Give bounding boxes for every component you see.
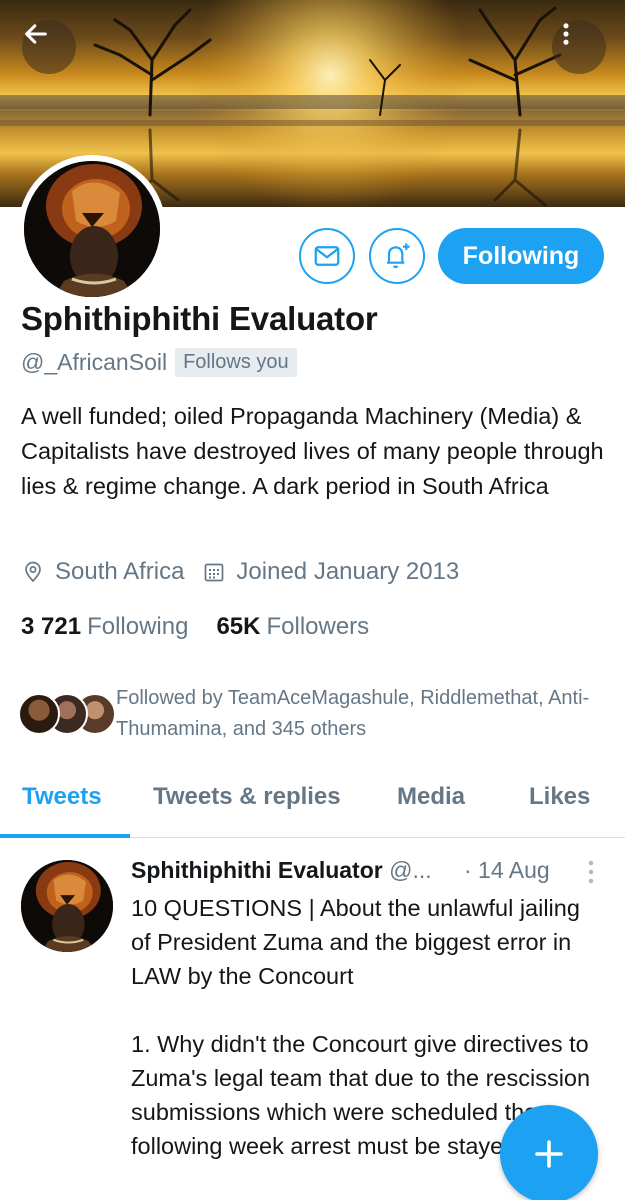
tweet-author-handle: @...: [389, 857, 432, 883]
tweet-date: · 14 Aug: [464, 857, 550, 883]
mail-icon: [314, 246, 340, 266]
follows-you-badge: Follows you: [175, 348, 297, 377]
message-button[interactable]: [299, 228, 355, 284]
profile-bio: A well funded; oiled Propaganda Machiner…: [21, 403, 604, 499]
lion-warrior-avatar-image: [21, 860, 113, 952]
more-vertical-icon: [588, 860, 594, 884]
more-options-button[interactable]: [552, 20, 606, 74]
location-pin-icon: [25, 561, 41, 583]
profile-joined: Joined January 2013: [236, 558, 460, 585]
follower-avatar: [18, 693, 60, 735]
tweet-more-button[interactable]: [584, 859, 598, 890]
tab-media[interactable]: Media: [397, 783, 465, 811]
lion-warrior-avatar-image: [24, 161, 160, 297]
tab-tweets-replies[interactable]: Tweets & replies: [153, 783, 341, 811]
back-button[interactable]: [22, 20, 76, 74]
followers-count-link[interactable]: 65K Followers: [216, 613, 369, 641]
profile-location: South Africa: [55, 558, 185, 585]
follow-counts: 3 721 Following 65K Followers: [21, 613, 397, 641]
followed-by-row[interactable]: Followed by TeamAceMagashule, Riddlemeth…: [18, 683, 606, 745]
tweet-author-avatar[interactable]: [21, 860, 113, 952]
plus-icon: [535, 1140, 563, 1168]
followed-by-avatars: [18, 693, 116, 741]
handle-row: @_AfricanSoil Follows you: [21, 348, 297, 377]
active-tab-indicator: [0, 834, 130, 838]
followed-by-text: Followed by TeamAceMagashule, Riddlemeth…: [116, 687, 590, 740]
profile-avatar[interactable]: [18, 155, 166, 303]
compose-tweet-button[interactable]: [500, 1105, 598, 1200]
tweet-author-name: Sphithiphithi Evaluator: [131, 857, 383, 883]
calendar-icon: [205, 563, 224, 582]
tab-tweets[interactable]: Tweets: [22, 783, 102, 811]
bell-plus-icon: [387, 243, 410, 269]
profile-handle: @_AfricanSoil: [21, 349, 168, 375]
following-button[interactable]: Following: [438, 228, 604, 284]
following-count-link[interactable]: 3 721 Following: [21, 613, 188, 641]
more-vertical-icon: [563, 23, 569, 45]
profile-name: Sphithiphithi Evaluator: [21, 300, 378, 337]
joined-item: Joined January 2013: [202, 558, 459, 586]
tab-likes[interactable]: Likes: [529, 783, 590, 811]
location-item: South Africa: [21, 558, 184, 586]
arrow-left-icon: [25, 24, 47, 44]
followers-count: 65K: [216, 613, 261, 640]
following-label: Following: [87, 613, 189, 640]
profile-tabs: Tweets Tweets & replies Media Likes: [0, 768, 625, 838]
followers-label: Followers: [266, 613, 370, 640]
profile-meta: South Africa Joined January 2013: [21, 558, 477, 586]
notifications-button[interactable]: [369, 228, 425, 284]
following-count: 3 721: [21, 613, 82, 640]
